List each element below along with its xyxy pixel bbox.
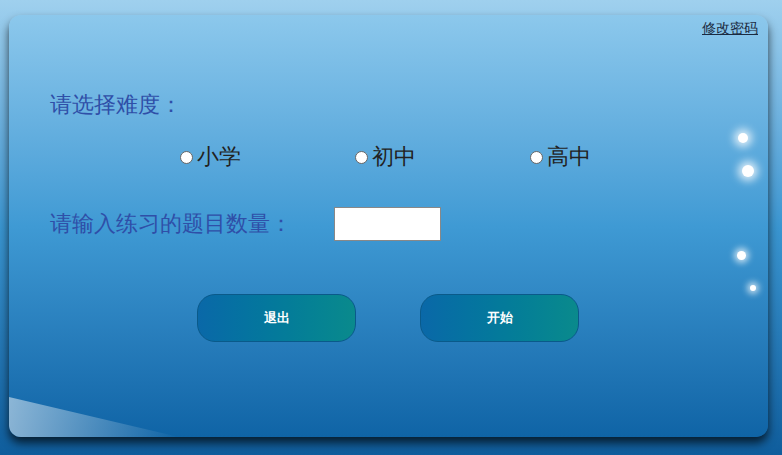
- decor-swoosh: [9, 397, 179, 437]
- difficulty-option[interactable]: 高中: [530, 142, 705, 172]
- option-label[interactable]: 小学: [197, 142, 241, 172]
- exit-button[interactable]: 退出: [197, 294, 356, 342]
- difficulty-option[interactable]: 小学: [180, 142, 355, 172]
- sparkle: [737, 251, 746, 260]
- option-label[interactable]: 高中: [547, 142, 591, 172]
- difficulty-label: 请选择难度：: [50, 15, 727, 120]
- option-label[interactable]: 初中: [372, 142, 416, 172]
- sparkle: [738, 133, 748, 143]
- settings-card: 修改密码 请选择难度： 小学 初中 高中 请输入练习的题目数量： 退出 开始: [9, 15, 768, 437]
- difficulty-option[interactable]: 初中: [355, 142, 530, 172]
- count-label: 请输入练习的题目数量：: [50, 209, 334, 239]
- count-input[interactable]: [334, 207, 441, 241]
- start-button[interactable]: 开始: [420, 294, 579, 342]
- difficulty-options: 小学 初中 高中: [50, 142, 727, 172]
- radio-button[interactable]: [355, 151, 368, 164]
- sparkle: [750, 285, 756, 291]
- change-password-link[interactable]: 修改密码: [702, 18, 758, 38]
- sparkle: [742, 165, 754, 177]
- radio-button[interactable]: [180, 151, 193, 164]
- radio-button[interactable]: [530, 151, 543, 164]
